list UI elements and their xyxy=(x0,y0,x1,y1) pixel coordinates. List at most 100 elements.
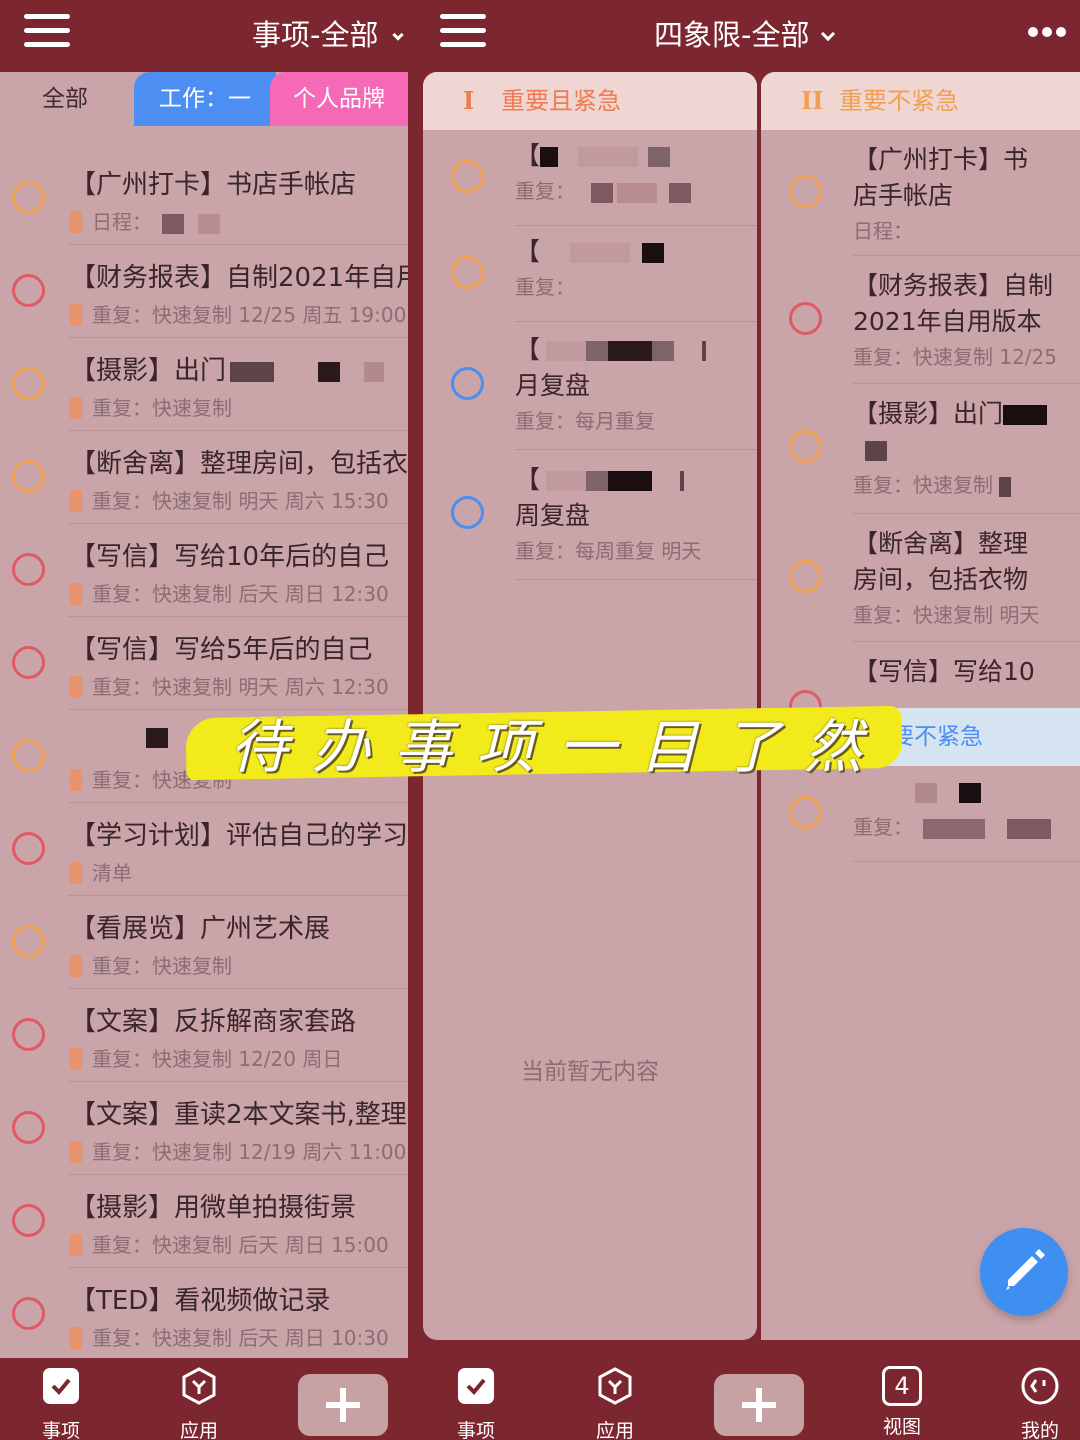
nav-items[interactable]: 事项 xyxy=(426,1366,526,1440)
complete-checkbox[interactable] xyxy=(789,430,822,463)
task-meta: 重复：快速复制 12/19 周六 11:00 xyxy=(70,1136,406,1165)
task-title: 【写信】写给10年后的自己 xyxy=(70,542,390,572)
checkbox-icon xyxy=(43,1368,79,1404)
nav-apps[interactable]: 应用 xyxy=(565,1366,665,1440)
complete-checkbox[interactable] xyxy=(12,1296,45,1330)
list-item[interactable]: 【 月复盘 重复：每月重复 xyxy=(423,322,757,450)
list-item[interactable]: 【摄影】用微单拍摄街景 重复：快速复制 后天 周日 15:00 xyxy=(0,1175,408,1268)
bottom-nav-bar: 事项 应用 事项 应用 4 视图 我的 xyxy=(0,1358,1080,1440)
complete-checkbox[interactable] xyxy=(12,459,45,493)
list-item[interactable]: 【写信】写给5年后的自己 重复：快速复制 明天 周六 12:30 xyxy=(0,617,408,710)
list-item[interactable]: 【 重复： xyxy=(423,130,757,226)
left-top-bar: 事项-全部 xyxy=(0,0,408,72)
list-item[interactable]: 【写信】写给10年后的自己 重复：快速复制 后天 周日 12:30 xyxy=(0,524,408,617)
edit-button[interactable] xyxy=(980,1228,1068,1316)
list-item[interactable]: 【 重复： xyxy=(423,226,757,322)
complete-checkbox[interactable] xyxy=(12,273,45,307)
menu-icon[interactable] xyxy=(440,14,486,48)
list-item[interactable]: 【文案】反拆解商家套路 重复：快速复制 12/20 周日 xyxy=(0,989,408,1082)
complete-checkbox[interactable] xyxy=(12,1110,45,1144)
task-meta: 重复：快速复制 12/20 周日 xyxy=(70,1043,342,1072)
task-title: 【断舍离】整理房间，包括衣物 xyxy=(70,449,408,479)
task-title: 【写信】写给5年后的自己 xyxy=(70,635,373,665)
task-meta: 重复：快速复制 12/25 周五 19:00 xyxy=(70,299,406,328)
complete-checkbox[interactable] xyxy=(12,924,45,958)
complete-checkbox[interactable] xyxy=(451,256,484,289)
complete-checkbox[interactable] xyxy=(12,180,45,214)
list-item[interactable]: 【文案】重读2本文案书,整理 重复：快速复制 12/19 周六 11:00 xyxy=(0,1082,408,1175)
chevron-down-icon xyxy=(392,29,405,41)
list-item[interactable]: 【摄影】出门 重复：快速复制 xyxy=(761,384,1080,514)
quadrant-header: II 重要不紧急 xyxy=(761,72,1080,130)
list-item[interactable]: 【 周复盘 重复：每周重复 明天 xyxy=(423,450,757,580)
task-title: 【TED】看视频做记录 xyxy=(70,1286,331,1316)
task-title: 【广州打卡】书店手帐店 xyxy=(70,170,357,200)
task-title: 【学习计划】评估自己的学习 xyxy=(70,821,408,851)
complete-checkbox[interactable] xyxy=(12,1203,45,1237)
category-tabs: 全部 工作：一 个人品牌 xyxy=(0,72,408,126)
complete-checkbox[interactable] xyxy=(12,366,45,400)
apps-hexagon-icon xyxy=(182,1367,216,1405)
nav-apps[interactable]: 应用 xyxy=(149,1366,249,1440)
task-meta: 重复：快速复制 后天 周日 15:00 xyxy=(70,1229,389,1258)
complete-checkbox[interactable] xyxy=(12,645,45,679)
complete-checkbox[interactable] xyxy=(789,175,822,208)
task-title: 【看展览】广州艺术展 xyxy=(70,914,331,944)
more-icon[interactable] xyxy=(1028,22,1072,37)
pencil-icon xyxy=(1006,1249,1045,1290)
list-item[interactable]: 【断舍离】整理 房间，包括衣物 重复：快速复制 明天 xyxy=(761,514,1080,642)
left-header-title[interactable]: 事项-全部 xyxy=(252,12,405,54)
complete-checkbox[interactable] xyxy=(789,560,822,593)
task-meta: 重复：快速复制 后天 周日 12:30 xyxy=(70,578,389,607)
task-title: 【文案】重读2本文案书,整理 xyxy=(70,1100,407,1130)
task-meta: 重复：快速复制 xyxy=(70,392,232,421)
task-meta: 重复：快速复制 后天 周日 10:30 xyxy=(70,1322,389,1351)
task-title: 【财务报表】自制2021年自用版本 xyxy=(70,263,408,293)
tab-personal-brand[interactable]: 个人品牌 xyxy=(270,72,408,126)
nav-view[interactable]: 4 视图 xyxy=(852,1366,952,1439)
task-meta: 重复：快速复制 明天 周六 12:30 xyxy=(70,671,389,700)
task-meta: 日程： xyxy=(70,206,220,235)
complete-checkbox[interactable] xyxy=(12,552,45,586)
list-item[interactable]: 【看展览】广州艺术展 重复：快速复制 xyxy=(0,896,408,989)
task-title: 【摄影】出门 xyxy=(70,350,385,387)
promo-banner: 待办事项一目了然 xyxy=(185,700,903,781)
plus-icon xyxy=(742,1388,776,1422)
list-item[interactable]: 【写信】写给10 xyxy=(761,642,1080,723)
complete-checkbox[interactable] xyxy=(451,496,484,529)
list-item[interactable]: 【广州打卡】书 店手帐店 日程： xyxy=(761,130,1080,256)
quadrant-header: I 重要且紧急 xyxy=(423,72,757,130)
complete-checkbox[interactable] xyxy=(451,367,484,400)
task-meta: 重复：快速复制 xyxy=(70,950,232,979)
task-title xyxy=(70,722,168,752)
apps-hexagon-icon xyxy=(598,1367,632,1405)
complete-checkbox[interactable] xyxy=(12,1017,45,1051)
list-item[interactable]: 【广州打卡】书店手帐店 日程： xyxy=(0,152,408,245)
nav-me[interactable]: 我的 xyxy=(990,1366,1080,1440)
add-button[interactable] xyxy=(298,1374,388,1436)
complete-checkbox[interactable] xyxy=(12,738,45,772)
complete-checkbox[interactable] xyxy=(451,160,484,193)
tab-work[interactable]: 工作：一 xyxy=(134,72,276,126)
list-item[interactable]: 【摄影】出门 重复：快速复制 xyxy=(0,338,408,431)
right-top-bar: 四象限-全部 xyxy=(408,0,1080,72)
list-item[interactable]: 【财务报表】自制 2021年自用版本 重复：快速复制 12/25 xyxy=(761,256,1080,384)
list-item[interactable]: 【TED】看视频做记录 重复：快速复制 后天 周日 10:30 xyxy=(0,1268,408,1358)
empty-state-text: 当前暂无内容 xyxy=(521,1059,659,1085)
chevron-down-icon xyxy=(821,26,836,42)
banner-text: 待办事项一目了然 xyxy=(230,713,887,781)
profile-icon xyxy=(1021,1367,1059,1405)
task-title: 【摄影】用微单拍摄街景 xyxy=(70,1193,357,1223)
tab-all[interactable]: 全部 xyxy=(0,72,130,126)
nav-items[interactable]: 事项 xyxy=(11,1366,111,1440)
menu-icon[interactable] xyxy=(24,14,70,48)
right-header-title[interactable]: 四象限-全部 xyxy=(654,12,836,54)
list-item[interactable]: 【断舍离】整理房间，包括衣物 重复：快速复制 明天 周六 15:30 xyxy=(0,431,408,524)
list-item[interactable]: 【财务报表】自制2021年自用版本 重复：快速复制 12/25 周五 19:00 xyxy=(0,245,408,338)
complete-checkbox[interactable] xyxy=(789,796,822,829)
add-button[interactable] xyxy=(714,1374,804,1436)
complete-checkbox[interactable] xyxy=(789,302,822,335)
plus-icon xyxy=(326,1388,360,1422)
list-item[interactable]: 【学习计划】评估自己的学习 清单 xyxy=(0,803,408,896)
complete-checkbox[interactable] xyxy=(12,831,45,865)
